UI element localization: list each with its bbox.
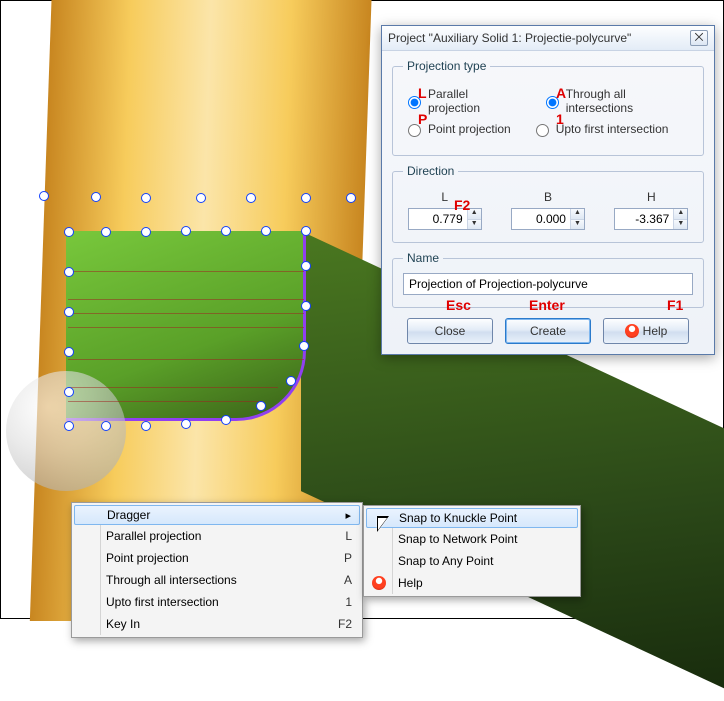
name-input[interactable] [403, 273, 693, 295]
spin-up-icon[interactable]: ▲ [468, 209, 481, 220]
submenu-help-label: Help [398, 576, 423, 590]
menu-item-keyin-shortcut: F2 [308, 617, 352, 631]
radio-upto-first[interactable]: Upto first intersection [531, 121, 669, 137]
radio-throughall-label: Through all intersections [566, 87, 693, 115]
radio-point-input[interactable] [408, 124, 421, 137]
projection-type-group: Projection type Parallel projection Thro… [392, 59, 704, 156]
spin-down-icon[interactable]: ▼ [571, 220, 584, 230]
menu-item-keyin-label: Key In [106, 617, 140, 631]
menu-item-point-label: Point projection [106, 551, 189, 565]
direction-l-input[interactable] [409, 209, 467, 229]
direction-h-label: H [647, 190, 656, 204]
direction-l-spinner[interactable]: ▲▼ [408, 208, 482, 230]
direction-h-spinner[interactable]: ▲▼ [614, 208, 688, 230]
menu-item-key-in[interactable]: Key In F2 [74, 613, 360, 635]
help-button[interactable]: Help [603, 318, 689, 344]
project-dialog: Project "Auxiliary Solid 1: Projectie-po… [381, 25, 715, 355]
submenu-snap-knuckle[interactable]: Snap to Knuckle Point [366, 508, 578, 528]
name-legend: Name [403, 251, 443, 265]
radio-parallel-label: Parallel projection [428, 87, 521, 115]
dialog-title: Project "Auxiliary Solid 1: Projectie-po… [388, 31, 631, 45]
spin-down-icon[interactable]: ▼ [468, 220, 481, 230]
radio-parallel-input[interactable] [408, 96, 421, 109]
submenu-snap-any[interactable]: Snap to Any Point [366, 550, 578, 572]
help-button-label: Help [643, 324, 668, 338]
radio-parallel-projection[interactable]: Parallel projection [403, 87, 521, 115]
close-icon[interactable]: ⨉ [690, 30, 708, 46]
menu-item-point-shortcut: P [314, 551, 352, 565]
direction-group: Direction L ▲▼ B ▲▼ H ▲▼ [392, 164, 704, 243]
help-icon [372, 576, 386, 590]
menu-item-uptofirst-label: Upto first intersection [106, 595, 219, 609]
close-button[interactable]: Close [407, 318, 493, 344]
help-icon [625, 324, 639, 338]
menu-item-throughall-label: Through all intersections [106, 573, 237, 587]
direction-b-input[interactable] [512, 209, 570, 229]
submenu-help[interactable]: Help [366, 572, 578, 594]
direction-b-spinner[interactable]: ▲▼ [511, 208, 585, 230]
menu-item-dragger[interactable]: Dragger [74, 505, 360, 525]
create-button[interactable]: Create [505, 318, 591, 344]
submenu-snap-any-label: Snap to Any Point [398, 554, 493, 568]
menu-item-point-projection[interactable]: Point projection P [74, 547, 360, 569]
radio-uptofirst-label: Upto first intersection [556, 122, 669, 136]
name-group: Name [392, 251, 704, 308]
direction-l-label: L [441, 190, 448, 204]
menu-item-parallel-label: Parallel projection [106, 529, 201, 543]
menu-item-uptofirst-shortcut: 1 [315, 595, 352, 609]
radio-throughall-input[interactable] [546, 96, 559, 109]
direction-legend: Direction [403, 164, 458, 178]
menu-item-upto-first[interactable]: Upto first intersection 1 [74, 591, 360, 613]
close-button-label: Close [435, 324, 466, 338]
menu-item-through-all[interactable]: Through all intersections A [74, 569, 360, 591]
dialog-titlebar[interactable]: Project "Auxiliary Solid 1: Projectie-po… [382, 26, 714, 51]
menu-item-parallel-shortcut: L [315, 529, 352, 543]
context-menu[interactable]: Dragger Parallel projection L Point proj… [71, 502, 363, 638]
radio-point-projection[interactable]: Point projection [403, 121, 511, 137]
radio-uptofirst-input[interactable] [536, 124, 549, 137]
spin-down-icon[interactable]: ▼ [674, 220, 687, 230]
menu-item-dragger-label: Dragger [107, 508, 150, 522]
projection-type-legend: Projection type [403, 59, 490, 73]
direction-h-input[interactable] [615, 209, 673, 229]
spin-up-icon[interactable]: ▲ [674, 209, 687, 220]
menu-item-parallel-projection[interactable]: Parallel projection L [74, 525, 360, 547]
radio-through-all[interactable]: Through all intersections [541, 87, 693, 115]
direction-b-label: B [544, 190, 552, 204]
submenu-snap-network[interactable]: Snap to Network Point [366, 528, 578, 550]
submenu-snap-network-label: Snap to Network Point [398, 532, 517, 546]
dragger-submenu[interactable]: Snap to Knuckle Point Snap to Network Po… [363, 505, 581, 597]
spin-up-icon[interactable]: ▲ [571, 209, 584, 220]
create-button-label: Create [530, 324, 566, 338]
menu-item-throughall-shortcut: A [314, 573, 352, 587]
radio-point-label: Point projection [428, 122, 511, 136]
submenu-snap-knuckle-label: Snap to Knuckle Point [399, 511, 517, 525]
